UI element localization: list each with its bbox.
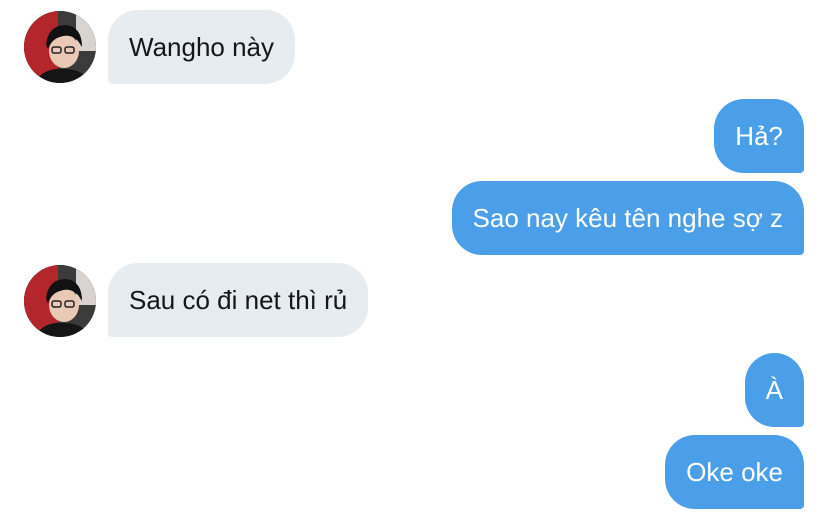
message-bubble-incoming[interactable]: Sau có đi net thì rủ [108,263,369,337]
message-bubble-outgoing[interactable]: Oke oke [665,435,804,509]
contact-avatar-image [24,265,96,337]
contact-avatar[interactable] [24,11,96,83]
message-bubble-incoming[interactable]: Wangho này [108,10,296,84]
message-bubble-outgoing[interactable]: Hả? [714,99,804,173]
contact-avatar[interactable] [24,265,96,337]
chat-thread: Wangho này Hả? Sao nay kêu tên nghe sợ z… [0,0,828,521]
message-bubble-outgoing[interactable]: Sao nay kêu tên nghe sợ z [451,181,804,255]
message-bubble-outgoing[interactable]: À [744,353,804,427]
contact-avatar-image [24,11,96,83]
